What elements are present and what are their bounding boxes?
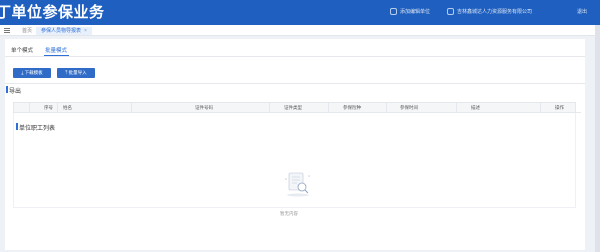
download-label: 下载模板: [24, 70, 43, 75]
column-header: 操作: [555, 105, 564, 110]
export-title: 导出: [6, 86, 21, 95]
batch-import-button[interactable]: ⤒ 批量导入: [57, 68, 95, 78]
close-icon[interactable]: ×: [84, 28, 87, 34]
column-divider: [131, 103, 132, 112]
column-divider: [29, 103, 30, 112]
download-template-button[interactable]: ⤓ 下载模板: [13, 68, 51, 78]
tab-single-mode[interactable]: 单个模式: [11, 46, 33, 54]
empty-text: 暂无内容: [280, 211, 298, 216]
column-header: 证件类型: [284, 105, 302, 110]
column-header: 参保险种: [343, 105, 361, 110]
column-header: 姓名: [63, 105, 72, 110]
logout-button[interactable]: 退出: [577, 8, 587, 15]
org-switch[interactable]: 添加编辑单位: [390, 8, 430, 15]
column-header: 证件号码: [195, 105, 213, 110]
building-icon: [390, 8, 397, 15]
tab-bar: 首页 参保人员物导报表 ×: [0, 25, 600, 36]
tab-home[interactable]: 首页: [22, 27, 32, 35]
column-divider: [386, 103, 387, 112]
menu-toggle-icon[interactable]: [4, 28, 10, 33]
company-label: 吉林鑫城达人力资源服务有限公司: [457, 9, 533, 15]
table-header: 序号 姓名 证件号码 证件类型 参保险种 参保时间 描述 操作: [13, 102, 576, 113]
tab-batch-mode[interactable]: 批量模式: [45, 46, 67, 54]
column-header: 序号: [44, 105, 53, 110]
column-divider: [328, 103, 329, 112]
column-header: 描述: [471, 105, 480, 110]
column-divider: [269, 103, 270, 112]
empty-data-icon: [285, 172, 310, 197]
user-icon: [447, 8, 454, 15]
app-title: 丁单位参保业务: [0, 4, 105, 21]
column-divider: [57, 103, 58, 112]
company-info: 吉林鑫城达人力资源服务有限公司: [447, 8, 532, 15]
divider: [5, 56, 585, 57]
tab-active-label: 参保人员物导报表: [41, 28, 82, 34]
logout-label: 退出: [577, 9, 588, 15]
scrollbar-track[interactable]: [595, 25, 600, 252]
org-label: 添加编辑单位: [400, 9, 431, 15]
top-header: 丁单位参保业务 添加编辑单位 吉林鑫城达人力资源服务有限公司 退出: [0, 0, 600, 25]
import-label: 批量导入: [68, 70, 87, 75]
tab-active[interactable]: 参保人员物导报表 ×: [36, 27, 92, 35]
column-divider: [540, 103, 541, 112]
divider: [5, 83, 585, 84]
column-header: 参保时间: [400, 105, 418, 110]
column-divider: [456, 103, 457, 112]
